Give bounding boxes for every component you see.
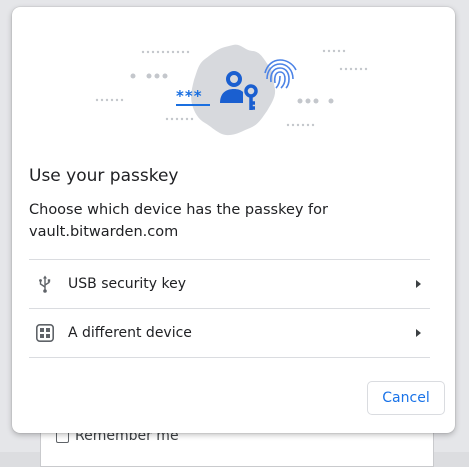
option-usb-label: USB security key <box>68 276 187 292</box>
cancel-button[interactable]: Cancel <box>367 381 445 415</box>
qr-code-icon <box>34 322 56 344</box>
passkey-illustration: *** <box>95 44 368 136</box>
chevron-right-icon <box>416 280 421 288</box>
option-usb-security-key[interactable]: USB security key <box>29 260 430 309</box>
option-different-device-label: A different device <box>68 325 192 341</box>
chevron-right-icon <box>416 329 421 337</box>
option-different-device[interactable]: A different device <box>29 309 430 358</box>
dialog-description: Choose which device has the passkey for … <box>29 202 328 240</box>
passkey-dialog: *** Use your passkey Choose which device… <box>12 7 455 433</box>
usb-icon <box>34 273 56 295</box>
dialog-title: Use your passkey <box>29 166 179 186</box>
password-mask: *** <box>176 87 203 105</box>
device-options-list: USB security key A different device <box>29 259 430 358</box>
